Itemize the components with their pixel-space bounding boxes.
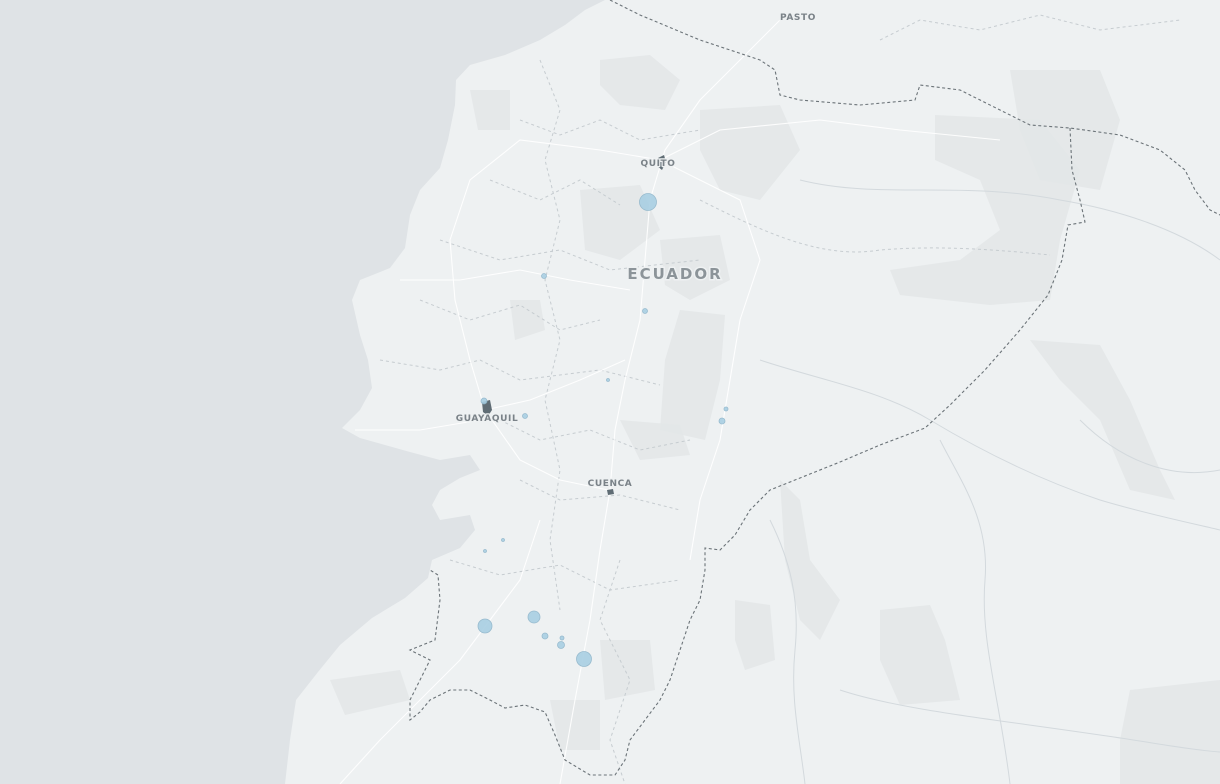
data-bubble[interactable] <box>559 635 565 641</box>
data-bubble[interactable] <box>723 406 729 412</box>
data-bubble[interactable] <box>541 273 547 279</box>
data-bubble[interactable] <box>541 632 549 640</box>
data-bubble[interactable] <box>642 308 648 314</box>
data-bubble[interactable] <box>501 538 505 542</box>
data-bubble[interactable] <box>522 413 528 419</box>
country-label: ECUADOR <box>627 265 722 283</box>
data-bubble[interactable] <box>557 641 565 649</box>
city-label-pasto: PASTO <box>780 13 816 23</box>
data-bubble[interactable] <box>477 618 493 634</box>
data-bubble[interactable] <box>718 417 726 425</box>
map-canvas[interactable]: ECUADOR PASTO QUITO GUAYAQUIL CUENCA <box>0 0 1220 784</box>
data-bubble[interactable] <box>527 610 541 624</box>
city-label-cuenca: CUENCA <box>588 479 633 489</box>
data-bubble[interactable] <box>576 651 592 667</box>
city-label-guayaquil: GUAYAQUIL <box>456 414 519 424</box>
data-bubble[interactable] <box>483 549 487 553</box>
data-bubble[interactable] <box>606 378 610 382</box>
data-bubble[interactable] <box>480 397 488 405</box>
cuenca-urban-area <box>607 489 614 495</box>
data-bubble[interactable] <box>639 193 657 211</box>
city-label-quito: QUITO <box>640 159 675 169</box>
